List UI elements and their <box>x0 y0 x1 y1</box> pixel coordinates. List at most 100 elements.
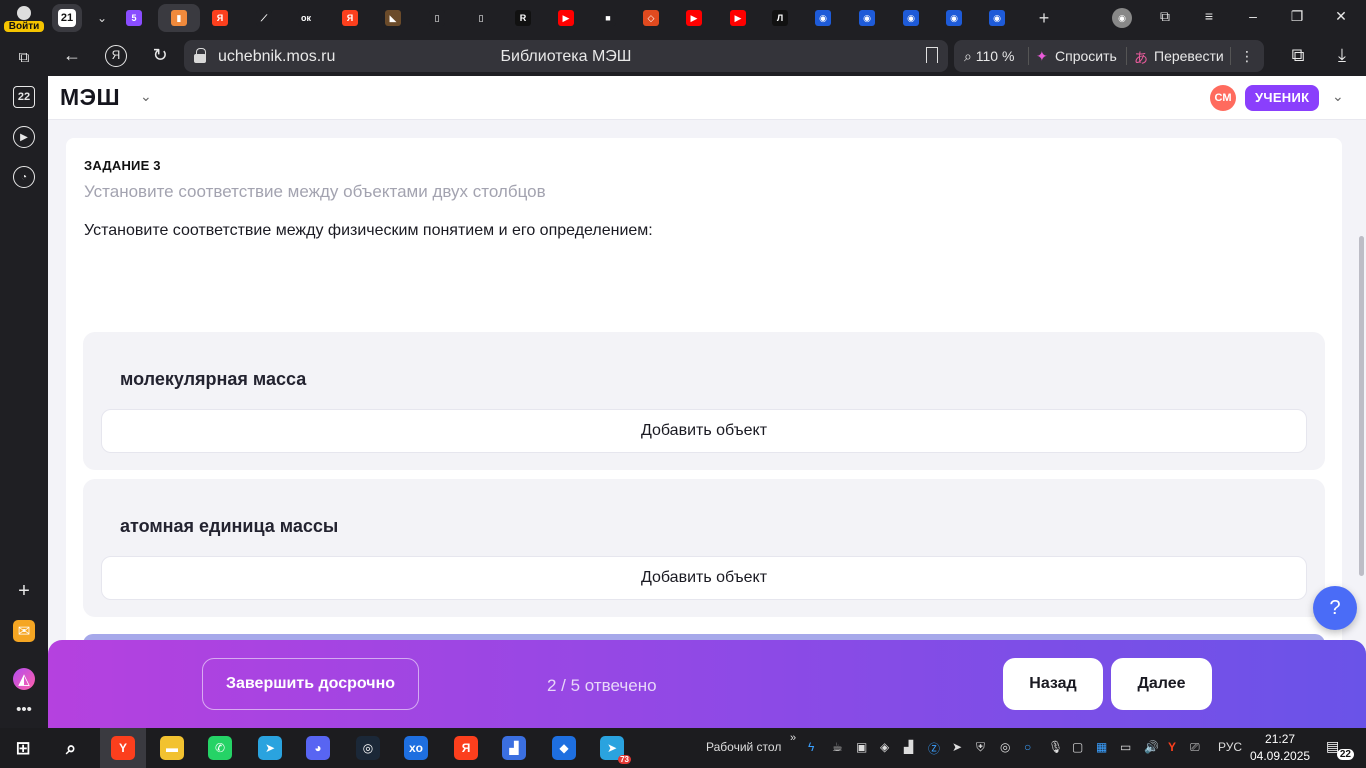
volume-icon[interactable]: 🔊 <box>1144 740 1159 754</box>
tab-counter[interactable]: 21 <box>52 4 82 32</box>
scrollbar-thumb[interactable] <box>1359 236 1364 576</box>
browser-tab[interactable]: Я <box>202 4 238 32</box>
new-tab-button[interactable]: + <box>1026 4 1062 32</box>
taskbar-app-button[interactable]: ➤ <box>257 735 283 761</box>
browser-tab[interactable]: R <box>505 4 541 32</box>
browser-tab[interactable]: ◣ <box>375 4 411 32</box>
tray-ball-icon[interactable]: ◈ <box>880 740 889 754</box>
back-arrow-icon[interactable]: ← <box>60 45 84 67</box>
reload-icon[interactable]: ↻ <box>148 45 172 67</box>
tray-telegram-icon[interactable]: ➤ <box>952 740 962 754</box>
history-icon[interactable]: ◔ <box>13 166 35 188</box>
zoom-control[interactable]: ⌕ 110 % <box>964 48 1014 65</box>
tab-favicon-icon: ▶ <box>686 10 702 26</box>
back-button[interactable]: Назад <box>1003 658 1103 710</box>
logo-chevron-down-icon[interactable]: ⌄ <box>140 88 152 105</box>
tray-screen-icon[interactable]: ▢ <box>1072 740 1083 754</box>
tray-image-icon[interactable]: ▣ <box>856 740 867 754</box>
taskbar-app-button[interactable]: Y <box>100 728 146 768</box>
bookmark-icon[interactable] <box>926 47 938 63</box>
add-object-button[interactable]: Добавить объект <box>101 556 1307 600</box>
browser-tab[interactable]: ◇ <box>633 4 669 32</box>
browser-tab[interactable]: Я <box>332 4 368 32</box>
account-chevron-down-icon[interactable]: ⌄ <box>1332 88 1344 105</box>
browser-tab[interactable]: ▯ <box>419 4 455 32</box>
avatar[interactable]: СМ <box>1210 85 1236 111</box>
tray-signal-icon[interactable]: ▟ <box>904 740 913 754</box>
minimize-icon[interactable]: – <box>1242 8 1264 24</box>
clock[interactable]: 21:27 04.09.2025 <box>1250 731 1310 765</box>
calendar-icon[interactable]: 22 <box>13 86 35 108</box>
windows-start-icon[interactable]: ⊞ <box>10 735 36 761</box>
play-icon[interactable]: ▶ <box>13 126 35 148</box>
taskbar-app-button[interactable]: ➤ 73 <box>599 735 631 764</box>
toolbar-expand-icon[interactable]: » <box>790 732 796 744</box>
tray-camera-icon[interactable]: ⎚ <box>1190 740 1200 755</box>
mail-icon[interactable]: ✉ <box>13 620 35 642</box>
taskbar-app-button[interactable]: ◕ <box>305 735 331 761</box>
tray-yandex-icon[interactable]: Y <box>1168 740 1176 754</box>
tray-grid-icon[interactable]: ▦ <box>1096 740 1107 754</box>
tab-favicon-icon: ◉ <box>815 10 831 26</box>
role-badge[interactable]: УЧЕНИК <box>1245 85 1320 111</box>
notification-center-icon[interactable]: ▤ 22 <box>1326 738 1354 760</box>
network-icon[interactable]: ▭ <box>1120 740 1131 754</box>
help-button[interactable]: ? <box>1313 586 1357 630</box>
browser-tab[interactable]: ◉ <box>805 4 841 32</box>
browser-tab[interactable]: ▶ <box>548 4 584 32</box>
close-icon[interactable]: ✕ <box>1330 8 1352 25</box>
browser-tab[interactable]: ◉ <box>979 4 1015 32</box>
tray-zoom-icon[interactable]: Ⓩ <box>928 740 940 757</box>
taskbar-app-button[interactable]: xo <box>403 735 429 761</box>
tray-cup-icon[interactable]: ☕ <box>832 740 843 754</box>
ask-button[interactable]: Спросить <box>1055 48 1117 64</box>
more-vertical-icon[interactable]: ⋮ <box>1240 48 1254 65</box>
browser-tab[interactable]: ◉ <box>849 4 885 32</box>
restore-icon[interactable]: ❐ <box>1286 8 1308 25</box>
tray-bolt-icon[interactable]: ϟ <box>808 740 814 754</box>
yandex-home-icon[interactable]: Я <box>105 45 127 67</box>
taskbar-app-button[interactable]: Я <box>453 735 479 761</box>
collections-icon[interactable]: ⧉ <box>1154 8 1176 25</box>
taskbar-app-button[interactable]: ◆ <box>551 735 577 761</box>
next-button[interactable]: Далее <box>1111 658 1212 710</box>
profile-icon[interactable]: ◉ <box>1104 4 1140 32</box>
camera-icon[interactable]: ⧉ <box>13 46 35 68</box>
login-button[interactable]: Войти <box>4 4 44 34</box>
tray-steam-icon[interactable]: ◎ <box>1000 740 1010 754</box>
tray-shield-icon[interactable]: ⛨ <box>976 740 985 755</box>
download-icon[interactable]: ⤓ <box>1330 45 1354 67</box>
browser-tab[interactable]: ▶ <box>720 4 756 32</box>
mesh-logo[interactable]: МЭШ <box>60 84 120 111</box>
answered-progress: 2 / 5 отвечено <box>547 676 657 695</box>
taskbar-app-button[interactable]: ◎ <box>355 735 381 761</box>
more-icon[interactable]: ••• <box>13 698 35 720</box>
collections-bar-icon[interactable]: ⧉ <box>1286 45 1310 67</box>
translate-button[interactable]: Перевести <box>1154 48 1224 64</box>
browser-tab[interactable]: ▮ <box>158 4 200 32</box>
browser-tab[interactable]: ◉ <box>893 4 929 32</box>
browser-tab[interactable]: ок <box>288 4 324 32</box>
tray-mic-icon[interactable]: 🎙 <box>1048 740 1063 754</box>
search-icon[interactable]: ⌕ <box>58 735 84 761</box>
menu-icon[interactable]: ≡ <box>1198 8 1220 24</box>
alice-icon[interactable]: ◭ <box>13 668 35 690</box>
browser-tab[interactable]: ▯ <box>463 4 499 32</box>
tray-circle-icon[interactable]: ○ <box>1024 740 1031 754</box>
finish-early-button[interactable]: Завершить досрочно <box>202 658 419 710</box>
browser-tab[interactable]: ▶ <box>676 4 712 32</box>
browser-tab[interactable]: ◉ <box>936 4 972 32</box>
browser-tab[interactable]: Л <box>762 4 798 32</box>
tab-list-chevron-icon[interactable]: ⌄ <box>84 4 120 32</box>
add-object-button[interactable]: Добавить объект <box>101 409 1307 453</box>
taskbar-app-button[interactable]: ✆ <box>207 735 233 761</box>
taskbar-app-button[interactable]: ▬ <box>159 735 185 761</box>
address-bar[interactable]: uchebnik.mos.ru Библиотека МЭШ <box>184 40 948 72</box>
browser-tab[interactable]: ⟋ <box>246 4 282 32</box>
desktop-toolbar-label[interactable]: Рабочий стол <box>706 740 781 754</box>
browser-tab[interactable]: ■ <box>590 4 626 32</box>
taskbar-app-button[interactable]: ▟ <box>501 735 527 761</box>
add-panel-icon[interactable]: + <box>13 580 35 602</box>
browser-tab[interactable]: 5 <box>116 4 152 32</box>
language-indicator[interactable]: РУС <box>1218 740 1242 754</box>
